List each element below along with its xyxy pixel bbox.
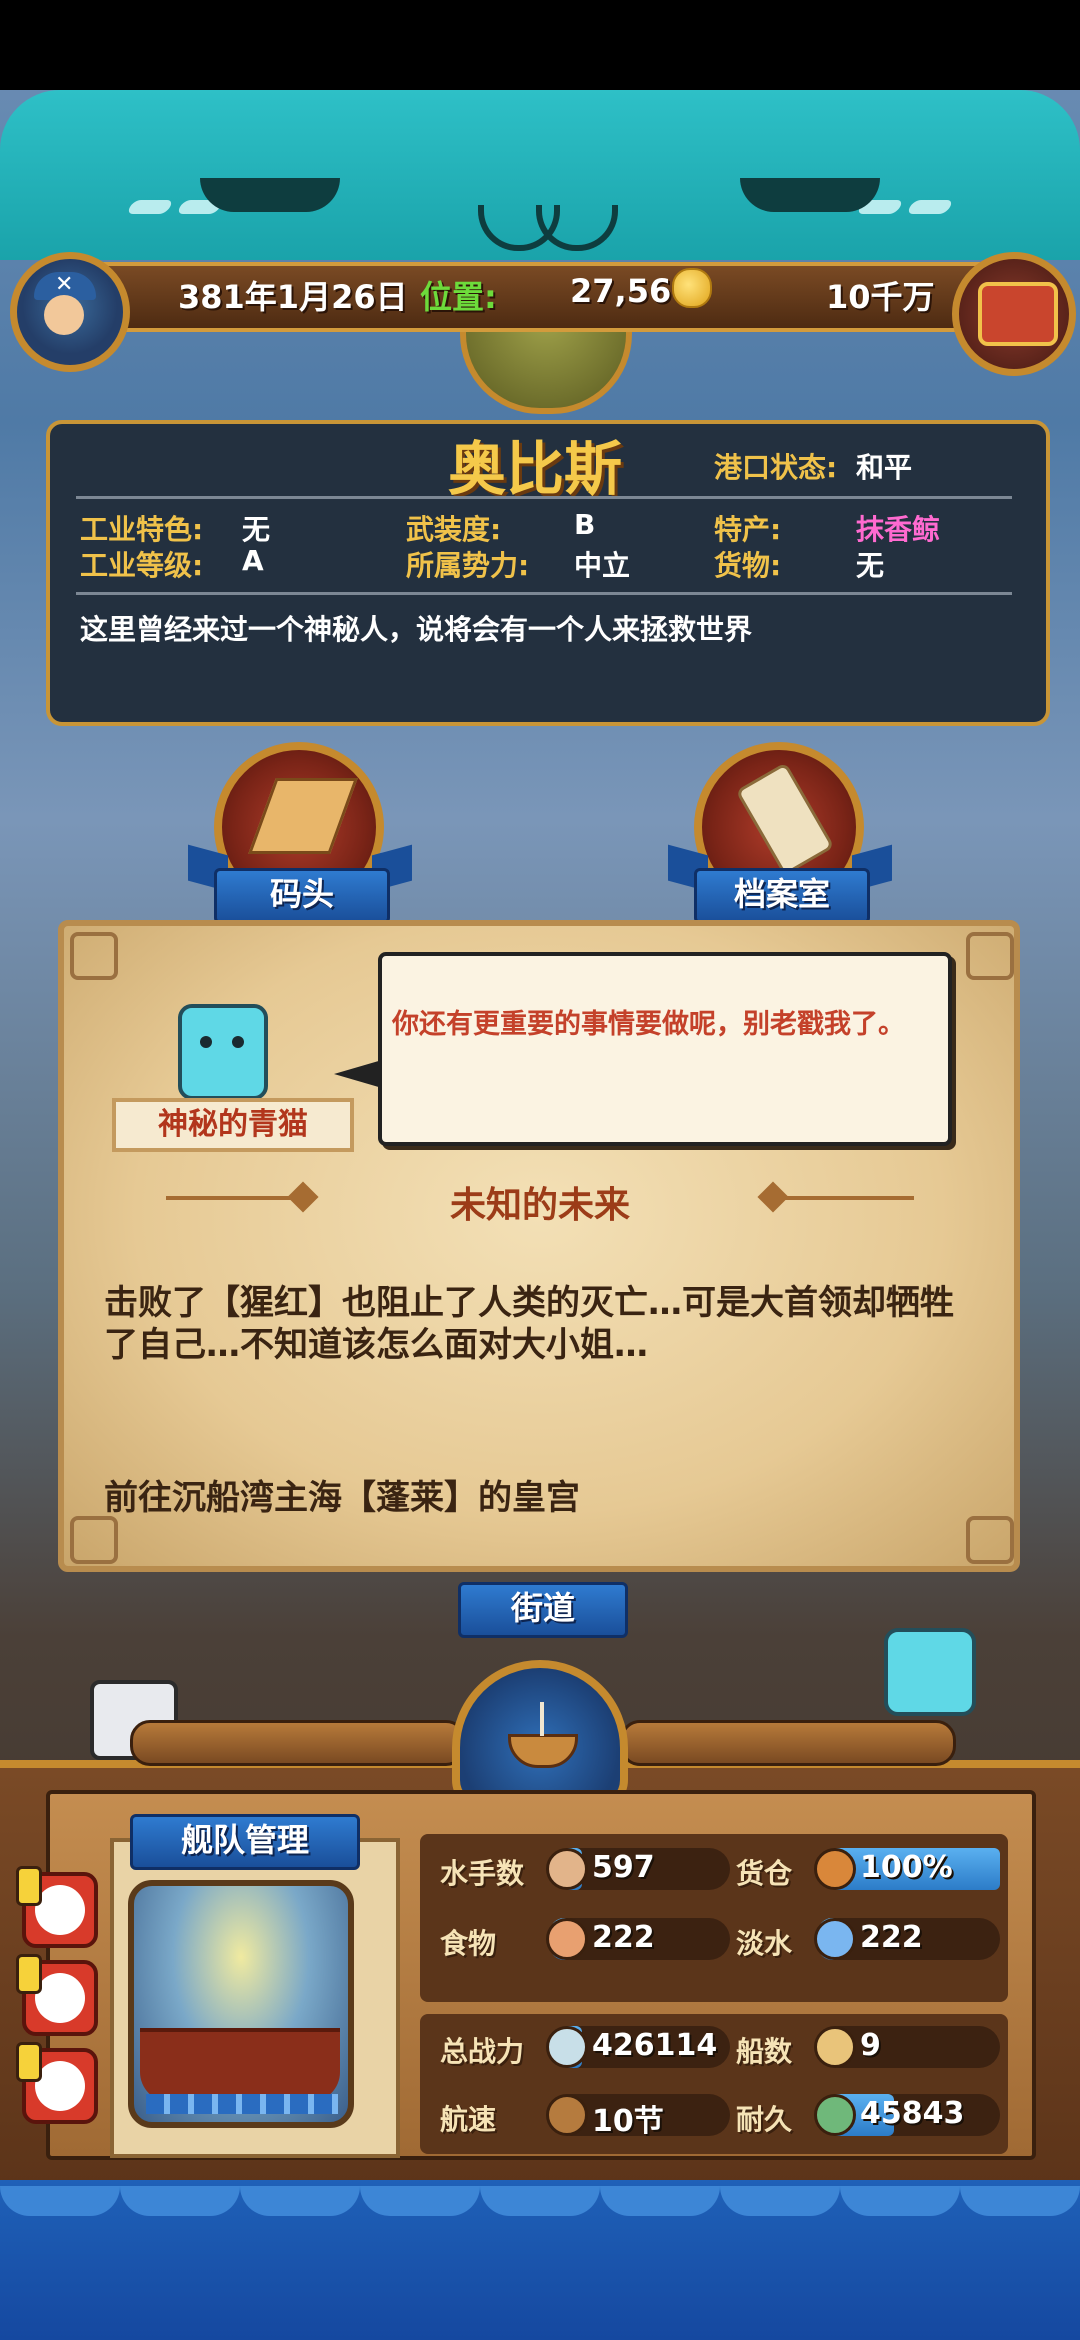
- specialty-value: 抹香鲸: [856, 513, 941, 546]
- armament-label: 武装度:: [406, 513, 502, 546]
- archive-label[interactable]: 档案室: [694, 868, 870, 924]
- sea-wave: [840, 2186, 960, 2216]
- industry-feature-value: 无: [242, 513, 271, 546]
- pirate-captain-icon: [35, 1973, 85, 2023]
- corner-ornament: [70, 1516, 118, 1564]
- speech-bubble[interactable]: [378, 952, 952, 1146]
- coordinates: 27,56: [570, 272, 672, 310]
- stat-value: 100%: [860, 1850, 953, 1885]
- cat-eye: [740, 178, 880, 212]
- stat-value: 426114: [592, 2028, 718, 2063]
- sea-wave: [360, 2186, 480, 2216]
- avatar-face: [44, 295, 84, 335]
- port-state-value: 和平: [856, 451, 913, 484]
- stat-label: 航速: [440, 2103, 497, 2136]
- sail-icon: [814, 2026, 856, 2068]
- ship-wheel-icon: [35, 2061, 85, 2111]
- ship-durability-icon: [814, 2094, 856, 2136]
- speaker-name: 神秘的青猫: [112, 1098, 354, 1152]
- dock-rail: [130, 1720, 466, 1766]
- stat-label: 耐久: [736, 2103, 793, 2136]
- alert-badge-icon: [16, 1954, 42, 1994]
- industry-feature-label: 工业特色:: [80, 513, 204, 546]
- stat-label: 食物: [440, 1927, 497, 1960]
- blue-cat-character[interactable]: [884, 1628, 976, 1716]
- chapter-title: 未知的未来: [449, 1185, 630, 1226]
- skull-x-icon: ✕: [55, 272, 74, 297]
- game-date: 381年1月26日: [178, 278, 408, 316]
- cargo-crate-icon: [814, 1848, 856, 1890]
- sea-wave: [480, 2186, 600, 2216]
- crossed-swords-icon: [546, 2026, 588, 2068]
- corner-ornament: [966, 932, 1014, 980]
- cat-eye: [200, 178, 340, 212]
- stat-label: 船数: [736, 2035, 793, 2068]
- stat-label: 水手数: [440, 1857, 525, 1890]
- port-description: 这里曾经来过一个神秘人，说将会有一个人来拯救世界: [80, 613, 753, 646]
- sea-wave: [960, 2186, 1080, 2216]
- stat-value: 597: [592, 1850, 655, 1885]
- title-flourish: [784, 1196, 914, 1200]
- fleet-management-title[interactable]: 舰队管理: [130, 1814, 360, 1870]
- cat-eye: [232, 1036, 244, 1048]
- stat-label: 总战力: [440, 2035, 525, 2068]
- blue-cat-portrait: [178, 1004, 268, 1100]
- location-label: 位置:: [420, 278, 497, 316]
- armament-value: B: [574, 508, 596, 541]
- water-jug-icon: [814, 1918, 856, 1960]
- story-text: 击败了【猩红】也阻止了人类的灭亡…可是大首领却牺牲了自己…不知道该怎么面对大小姐…: [104, 1283, 954, 1365]
- corner-ornament: [70, 932, 118, 980]
- stat-value: 10节: [592, 2104, 664, 2139]
- faction-label: 所属势力:: [406, 549, 530, 582]
- port-name: 奥比斯: [448, 435, 623, 503]
- corner-ornament: [966, 1516, 1014, 1564]
- stat-value: 222: [592, 1920, 655, 1955]
- sailor-icon: [35, 1885, 85, 1935]
- treasure-chest-icon: [978, 282, 1058, 346]
- cargo-label: 货物:: [714, 549, 782, 582]
- sea-wave: [600, 2186, 720, 2216]
- specialty-label: 特产:: [714, 513, 782, 546]
- sea-wave: [120, 2186, 240, 2216]
- ship-waves: [146, 2094, 338, 2114]
- meat-icon: [546, 1918, 588, 1960]
- ship-speed-icon: [546, 2094, 588, 2136]
- sailor-icon: [546, 1848, 588, 1890]
- ship-hull: [140, 2028, 340, 2102]
- cat-eye: [200, 1036, 212, 1048]
- speech-bubble-tail: [334, 1060, 382, 1088]
- divider: [76, 496, 1012, 499]
- speech-text: 你还有更重要的事情要做呢，别老戳我了。: [392, 1009, 905, 1040]
- dock-rail: [620, 1720, 956, 1766]
- industry-level-value: A: [242, 544, 264, 577]
- stat-value: 45843: [860, 2096, 965, 2131]
- stat-label: 货仓: [736, 1857, 793, 1890]
- sea-wave: [240, 2186, 360, 2216]
- cargo-value: 无: [856, 549, 885, 582]
- dock-label[interactable]: 码头: [214, 868, 390, 924]
- top-black-area: [0, 0, 1080, 90]
- compass-ornament: [460, 318, 632, 414]
- boat-mast: [540, 1702, 544, 1736]
- port-state-label: 港口状态:: [714, 451, 838, 484]
- street-label[interactable]: 街道: [458, 1582, 628, 1638]
- alert-badge-icon: [16, 1866, 42, 1906]
- sea-wave: [0, 2186, 120, 2216]
- objective-text: 前往沉船湾主海【蓬莱】的皇宫: [104, 1478, 580, 1518]
- industry-level-label: 工业等级:: [80, 549, 204, 582]
- stat-value: 9: [860, 2028, 881, 2063]
- gold-coin-icon: [672, 268, 712, 308]
- stat-label: 淡水: [736, 1927, 793, 1960]
- sea-wave: [720, 2186, 840, 2216]
- divider: [76, 592, 1012, 595]
- money-amount: 10千万: [826, 278, 935, 316]
- stat-value: 222: [860, 1920, 923, 1955]
- alert-badge-icon: [16, 2042, 42, 2082]
- faction-value: 中立: [574, 549, 631, 582]
